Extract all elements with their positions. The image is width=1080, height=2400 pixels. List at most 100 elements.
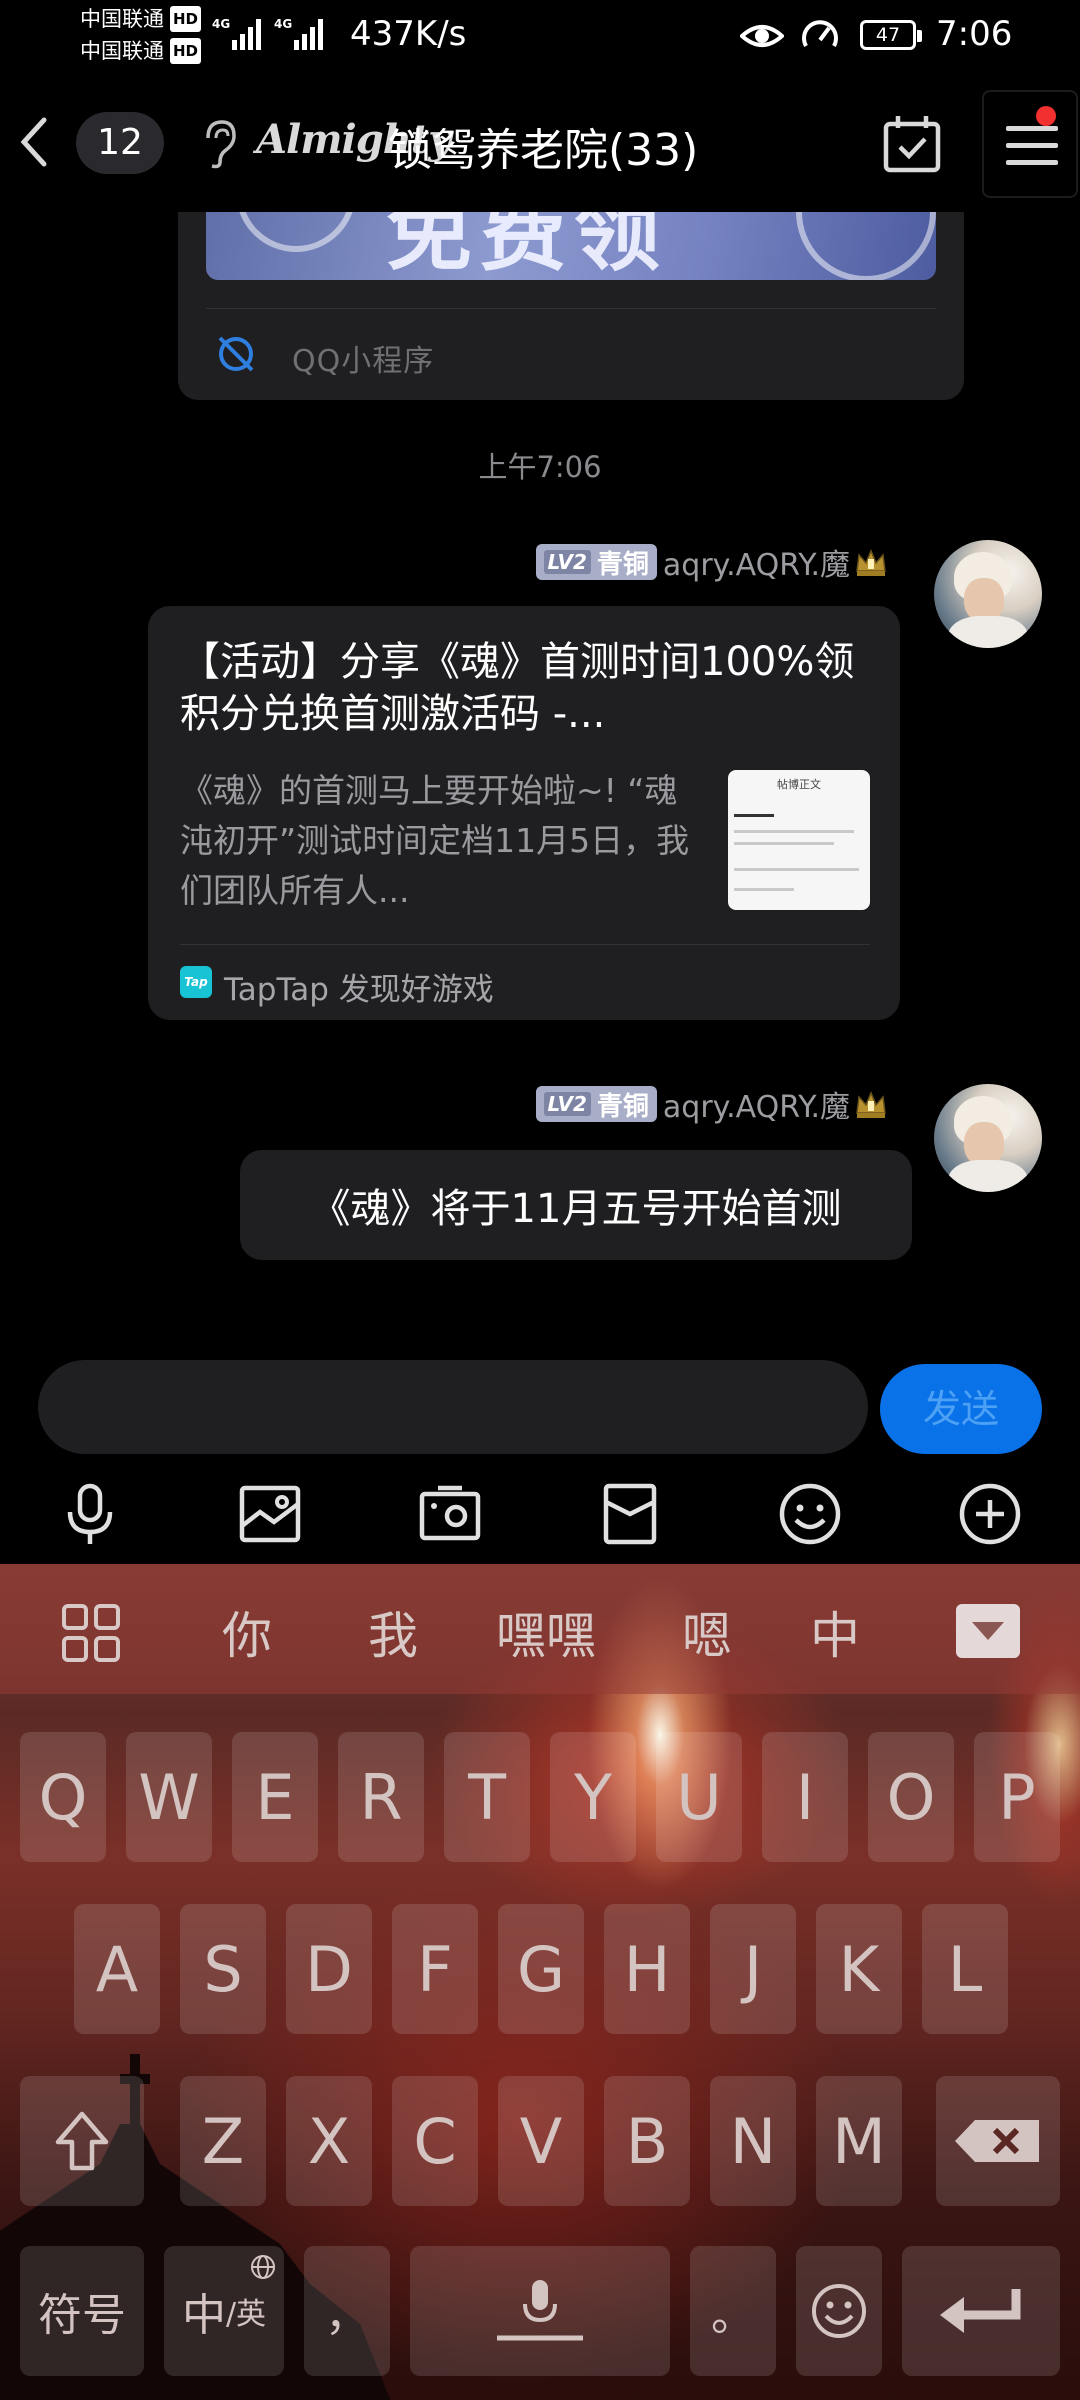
key-b[interactable]: B [604,2076,690,2206]
banner-text: 免费领 [386,212,668,280]
sender-name[interactable]: aqry.AQRY.魔 [663,1082,850,1126]
sender-info: LV2 青铜 aqry.AQRY.魔 [535,540,889,584]
backspace-key[interactable] [936,2076,1060,2206]
shift-key[interactable] [20,2076,144,2206]
back-button[interactable] [14,112,54,172]
key-t[interactable]: T [444,1732,530,1862]
share-description: 《魂》的首测马上要开始啦~! “魂沌初开”测试时间定档11月5日，我们团队所有人… [180,771,690,910]
menu-button[interactable] [982,90,1078,198]
candidate-word[interactable]: 我 [368,1596,418,1668]
group-title[interactable]: 锁鸳养老院(33) [388,114,698,178]
crown-icon [856,549,886,576]
space-key[interactable] [410,2246,670,2376]
share-thumbnail: 帖博正文 [728,770,870,910]
carrier-label-2: 中国联通 HD [80,38,202,64]
red-packet-icon[interactable] [594,1478,666,1550]
calendar-check-icon[interactable] [880,112,944,176]
notification-dot [1036,106,1056,126]
camera-icon[interactable] [414,1478,486,1550]
share-source: TapTap 发现好游戏 [224,972,494,1008]
plus-icon[interactable] [954,1478,1026,1550]
eye-icon [740,25,784,47]
key-z[interactable]: Z [180,2076,266,2206]
symbols-key[interactable]: 符号 [20,2246,144,2376]
key-d[interactable]: D [286,1904,372,2034]
sender-name[interactable]: aqry.AQRY.魔 [663,540,850,584]
key-k[interactable]: K [816,1904,902,2034]
chevron-down-icon [972,1622,1004,1640]
collapse-keyboard-button[interactable] [956,1604,1020,1658]
key-l[interactable]: L [922,1904,1008,2034]
input-bar: 发送 [0,1322,1080,1462]
candidate-word[interactable]: 你 [222,1596,272,1668]
status-bar: 中国联通 HD 中国联通 HD 4G 4G 437K/s 47 7:06 [0,0,1080,72]
input-toolbar [0,1462,1080,1564]
enter-key[interactable] [902,2246,1060,2376]
text-message-bubble[interactable]: 《魂》将于11月五号开始首测 [240,1150,912,1260]
key-w[interactable]: W [126,1732,212,1862]
keyboard: 你 我 嘿嘿 嗯 中 Q W E R T Y U I O P A S D F G… [0,1564,1080,2400]
mini-program-banner: 免费领 [206,212,936,280]
key-q[interactable]: Q [20,1732,106,1862]
key-g[interactable]: G [498,1904,584,2034]
key-c[interactable]: C [392,2076,478,2206]
key-h[interactable]: H [604,1904,690,2034]
backspace-icon [955,2120,1039,2162]
candidate-bar: 你 我 嘿嘿 嗯 中 [0,1564,1080,1694]
image-icon[interactable] [234,1478,306,1550]
emoji-icon [812,2284,866,2338]
level-badge: LV2 青铜 [535,544,657,580]
voice-input-icon [497,2280,583,2341]
candidate-word[interactable]: 中 [810,1596,860,1668]
key-s[interactable]: S [180,1904,266,2034]
grid-menu-icon[interactable] [62,1604,120,1662]
unread-count-badge[interactable]: 12 [76,112,164,174]
key-x[interactable]: X [286,2076,372,2206]
key-m[interactable]: M [816,2076,902,2206]
message-input[interactable] [38,1360,868,1454]
speedometer-icon [802,20,838,47]
period-key[interactable]: 。 [690,2246,776,2376]
mini-program-label: QQ小程序 [292,344,435,379]
clock: 7:06 [936,14,1013,54]
signal-icon-1: 4G [212,17,261,50]
battery-icon: 47 [860,20,922,50]
candidate-word[interactable]: 嗯 [682,1596,732,1668]
svg-text:4G: 4G [212,17,230,31]
sender-info: LV2 青铜 aqry.AQRY.魔 [535,1082,889,1126]
carrier-label-1: 中国联通 HD [80,6,202,32]
key-y[interactable]: Y [550,1732,636,1862]
key-r[interactable]: R [338,1732,424,1862]
key-e[interactable]: E [232,1732,318,1862]
signal-icon-2: 4G [274,17,323,50]
network-speed: 437K/s [350,14,467,54]
emoji-icon[interactable] [774,1478,846,1550]
comma-key[interactable]: ， [304,2246,390,2376]
mic-icon[interactable] [54,1478,126,1550]
ear-icon[interactable] [198,118,238,170]
shared-link-card[interactable]: 【活动】分享《魂》首测时间100%领积分兑换首测激活码 -... 《魂》的首测马… [148,606,900,1020]
svg-text:4G: 4G [274,17,292,31]
avatar[interactable] [934,540,1042,648]
level-badge: LV2 青铜 [535,1086,657,1122]
candidate-word[interactable]: 嘿嘿 [496,1596,596,1668]
key-a[interactable]: A [74,1904,160,2034]
language-switch-key[interactable]: 中/英 [164,2246,284,2376]
share-title: 【活动】分享《魂》首测时间100%领积分兑换首测激活码 -... [180,639,855,737]
key-u[interactable]: U [656,1732,742,1862]
mini-program-card[interactable]: 免费领 QQ小程序 [178,212,964,400]
shift-arrow-icon [55,2111,109,2171]
key-f[interactable]: F [392,1904,478,2034]
key-i[interactable]: I [762,1732,848,1862]
key-o[interactable]: O [868,1732,954,1862]
emoji-key[interactable] [796,2246,882,2376]
key-p[interactable]: P [974,1732,1060,1862]
key-n[interactable]: N [710,2076,796,2206]
chat-message-list[interactable]: 免费领 QQ小程序 上午7:06 LV2 青铜 aqry.AQRY.魔 【活动】分… [0,212,1080,1322]
key-v[interactable]: V [498,2076,584,2206]
message-timestamp: 上午7:06 [478,450,602,484]
taptap-icon: Tap [180,966,212,998]
key-j[interactable]: J [710,1904,796,2034]
send-button[interactable]: 发送 [880,1364,1042,1454]
avatar[interactable] [934,1084,1042,1192]
